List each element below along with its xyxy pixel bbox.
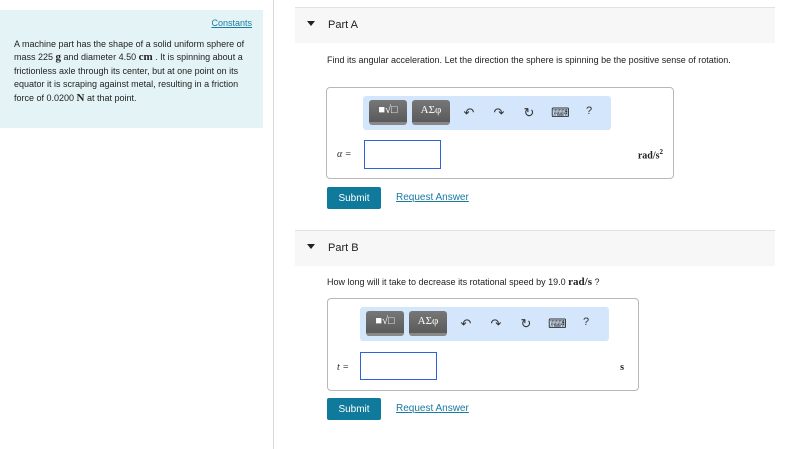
undo-icon[interactable]: ↶ xyxy=(458,316,474,332)
part-b-request-answer-link[interactable]: Request Answer xyxy=(396,403,469,414)
symbols-button[interactable]: ΑΣφ xyxy=(409,311,447,336)
constants-link[interactable]: Constants xyxy=(211,18,252,28)
t-label: t = xyxy=(337,362,350,373)
question-unit: rad/s xyxy=(568,276,592,288)
math-toolbar: ■√□ ΑΣφ ↶ ↷ ↻ ⌨ ? xyxy=(360,307,609,341)
problem-text-part: and diameter 4.50 xyxy=(61,52,139,63)
problem-text-part: at that point. xyxy=(84,92,137,103)
unit-newton: N xyxy=(76,91,85,104)
redo-icon[interactable]: ↷ xyxy=(491,105,507,121)
math-toolbar: ■√□ ΑΣφ ↶ ↷ ↻ ⌨ ? xyxy=(363,96,611,130)
time-unit: s xyxy=(620,362,624,373)
templates-button[interactable]: ■√□ xyxy=(366,311,404,336)
part-b-answer-box: ■√□ ΑΣφ ↶ ↷ ↻ ⌨ ? t = s xyxy=(327,298,639,391)
reset-icon[interactable]: ↻ xyxy=(521,105,537,121)
problem-text: A machine part has the shape of a solid … xyxy=(14,38,259,105)
part-b-submit-button[interactable]: Submit xyxy=(327,398,381,420)
symbols-button[interactable]: ΑΣφ xyxy=(412,100,450,125)
unit-text: rad/s xyxy=(637,150,660,162)
part-a-submit-button[interactable]: Submit xyxy=(327,187,381,209)
question-text: ? xyxy=(591,277,600,287)
unit-cm: cm xyxy=(138,51,153,64)
collapse-triangle-icon[interactable] xyxy=(307,244,315,249)
part-a-header[interactable]: Part A xyxy=(295,7,775,43)
part-a-question: Find its angular acceleration. Let the d… xyxy=(327,55,731,65)
part-b-title: Part B xyxy=(328,242,359,254)
part-a-request-answer-link[interactable]: Request Answer xyxy=(396,192,469,203)
column-divider xyxy=(273,0,274,449)
redo-icon[interactable]: ↷ xyxy=(488,316,504,332)
templates-button[interactable]: ■√□ xyxy=(369,100,407,125)
alpha-unit: rad/s2 xyxy=(638,148,663,161)
keyboard-icon[interactable]: ⌨ xyxy=(551,105,570,121)
unit-exponent: 2 xyxy=(659,148,664,156)
undo-icon[interactable]: ↶ xyxy=(461,105,477,121)
help-icon[interactable]: ? xyxy=(581,105,597,117)
part-b-question: How long will it take to decrease its ro… xyxy=(327,276,600,288)
collapse-triangle-icon[interactable] xyxy=(307,21,315,26)
alpha-input[interactable] xyxy=(364,140,441,169)
alpha-label: α = xyxy=(337,149,352,160)
reset-icon[interactable]: ↻ xyxy=(518,316,534,332)
help-icon[interactable]: ? xyxy=(578,316,594,328)
time-input[interactable] xyxy=(360,352,437,380)
part-a-answer-box: ■√□ ΑΣφ ↶ ↷ ↻ ⌨ ? α = rad/s2 xyxy=(326,87,674,179)
keyboard-icon[interactable]: ⌨ xyxy=(548,316,567,332)
question-text: How long will it take to decrease its ro… xyxy=(327,277,569,287)
problem-panel: Constants A machine part has the shape o… xyxy=(0,10,263,128)
part-b-header[interactable]: Part B xyxy=(295,230,775,266)
part-a-title: Part A xyxy=(328,19,358,31)
